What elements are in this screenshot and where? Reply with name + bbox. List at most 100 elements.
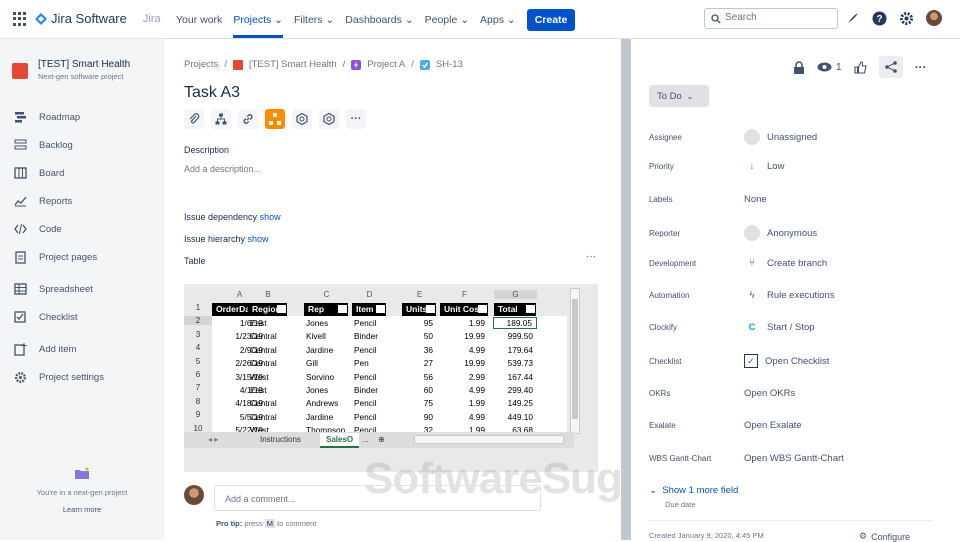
lock-icon[interactable] bbox=[793, 60, 805, 74]
table-cell[interactable]: Jones bbox=[304, 385, 345, 395]
table-cell[interactable]: Jardine bbox=[304, 412, 345, 422]
app-extension-button[interactable] bbox=[292, 109, 312, 129]
sidebar-item-add-item[interactable]: Add item bbox=[13, 335, 104, 363]
table-cell[interactable]: 75 bbox=[402, 398, 433, 408]
row-header[interactable]: 6 bbox=[184, 370, 212, 379]
table-cell[interactable]: 179.64 bbox=[494, 345, 533, 355]
sidebar-item-project-pages[interactable]: Project pages bbox=[13, 243, 104, 271]
table-cell[interactable]: 90 bbox=[402, 412, 433, 422]
issue-hierarchy-show-link[interactable]: show bbox=[248, 234, 269, 244]
table-cell[interactable]: 95 bbox=[402, 318, 433, 328]
header-cell[interactable]: Unit Cost bbox=[440, 303, 488, 316]
header-cell[interactable]: Units bbox=[402, 303, 436, 316]
project-header[interactable]: [TEST] Smart Health Next-gen software pr… bbox=[12, 59, 130, 81]
row-header[interactable]: 4 bbox=[184, 343, 212, 352]
column-header[interactable]: E bbox=[402, 290, 437, 299]
table-cell[interactable]: 50 bbox=[402, 331, 433, 341]
header-cell[interactable]: Item bbox=[352, 303, 386, 316]
column-header[interactable]: F bbox=[440, 290, 489, 299]
table-cell[interactable]: Gill bbox=[304, 358, 345, 368]
table-cell[interactable]: Pencil bbox=[352, 372, 383, 382]
panel-resize-gutter[interactable] bbox=[621, 39, 631, 540]
table-cell[interactable]: East bbox=[248, 318, 284, 328]
sidebar-item-spreadsheet[interactable]: Spreadsheet bbox=[13, 275, 104, 303]
row-header[interactable]: 1 bbox=[184, 303, 212, 312]
watch-button[interactable]: 1 bbox=[817, 62, 842, 73]
table-cell[interactable]: Jardine bbox=[304, 345, 345, 355]
table-cell[interactable]: Pencil bbox=[352, 345, 383, 355]
table-cell[interactable]: 60 bbox=[402, 385, 433, 395]
description-field[interactable]: Add a description... bbox=[184, 164, 261, 174]
add-sheet-icon[interactable]: ⊕ bbox=[372, 433, 391, 446]
column-header[interactable]: B bbox=[248, 290, 288, 299]
sheet-tab-instructions[interactable]: Instructions bbox=[254, 433, 307, 446]
table-cell[interactable]: Jones bbox=[304, 318, 345, 328]
notifications-rocket-icon[interactable] bbox=[846, 11, 860, 25]
table-cell[interactable]: Central bbox=[248, 345, 284, 355]
column-header[interactable]: C bbox=[304, 290, 349, 299]
table-cell[interactable]: Central bbox=[248, 412, 284, 422]
sheet-tab-sales[interactable]: SalesO bbox=[320, 433, 360, 448]
table-cell[interactable]: 36 bbox=[402, 345, 433, 355]
table-cell[interactable]: Pencil bbox=[352, 412, 383, 422]
row-header[interactable]: 5 bbox=[184, 357, 212, 366]
table-cell[interactable]: 4.99 bbox=[440, 385, 485, 395]
jira-logo[interactable]: Jira Software Jira bbox=[35, 11, 161, 26]
more-actions-button[interactable]: ··· bbox=[346, 109, 366, 129]
column-header[interactable]: G bbox=[494, 290, 537, 299]
table-cell[interactable]: 449.10 bbox=[494, 412, 533, 422]
table-cell[interactable]: Central bbox=[248, 398, 284, 408]
table-cell[interactable]: 189.05 bbox=[493, 316, 537, 329]
row-header[interactable]: 2 bbox=[184, 316, 212, 326]
filter-dropdown-icon[interactable] bbox=[526, 305, 535, 313]
configure-button[interactable]: ⚙ Configure bbox=[859, 531, 910, 542]
field-okrs[interactable]: OKRs Open OKRs bbox=[649, 388, 795, 399]
create-branch-link[interactable]: ⑂ Create branch bbox=[744, 258, 827, 269]
breadcrumb-project[interactable]: [TEST] Smart Health bbox=[249, 59, 337, 70]
more-icon[interactable]: ··· bbox=[915, 60, 927, 74]
scrollbar-thumb[interactable] bbox=[572, 299, 578, 419]
sidebar-item-backlog[interactable]: Backlog bbox=[13, 131, 104, 159]
breadcrumb-epic[interactable]: Project A bbox=[367, 59, 405, 70]
nav-people[interactable]: People ⌄ bbox=[425, 14, 469, 26]
table-cell[interactable]: 27 bbox=[402, 358, 433, 368]
sidebar-item-code[interactable]: Code bbox=[13, 215, 104, 243]
table-cell[interactable]: 4.99 bbox=[440, 412, 485, 422]
show-more-fields-button[interactable]: ⌄ Show 1 more field bbox=[649, 485, 738, 496]
nav-projects[interactable]: Projects ⌄ bbox=[233, 14, 283, 38]
table-cell[interactable]: 4.99 bbox=[440, 345, 485, 355]
table-cell[interactable]: 167.44 bbox=[494, 372, 533, 382]
nav-apps[interactable]: Apps ⌄ bbox=[480, 14, 516, 26]
sidebar-item-checklist[interactable]: Checklist bbox=[13, 303, 104, 331]
filter-dropdown-icon[interactable] bbox=[277, 305, 286, 313]
row-header[interactable]: 8 bbox=[184, 397, 212, 406]
table-cell[interactable]: Binder bbox=[352, 385, 383, 395]
search-input[interactable]: Search bbox=[704, 8, 838, 29]
table-cell[interactable]: 149.25 bbox=[494, 398, 533, 408]
field-clockify[interactable]: Clockify C Start / Stop bbox=[649, 322, 815, 333]
filter-dropdown-icon[interactable] bbox=[338, 305, 347, 313]
spreadsheet-vertical-scrollbar[interactable] bbox=[570, 288, 580, 434]
table-cell[interactable]: 19.99 bbox=[440, 331, 485, 341]
table-cell[interactable]: 999.50 bbox=[494, 331, 533, 341]
breadcrumb-issue-key[interactable]: SH-13 bbox=[436, 59, 463, 70]
table-cell[interactable]: 539.73 bbox=[494, 358, 533, 368]
header-cell[interactable]: Region bbox=[248, 303, 287, 316]
table-cell[interactable]: Pencil bbox=[352, 318, 383, 328]
issue-dependency-show-link[interactable]: show bbox=[260, 212, 281, 222]
share-button[interactable] bbox=[878, 56, 903, 78]
table-cell[interactable]: Sorvino bbox=[304, 372, 345, 382]
field-priority[interactable]: Priority ↓ Low bbox=[649, 161, 784, 172]
app-addon-button[interactable] bbox=[265, 109, 285, 129]
nav-dashboards[interactable]: Dashboards ⌄ bbox=[345, 14, 413, 26]
field-checklist[interactable]: Checklist ✓ Open Checklist bbox=[649, 354, 829, 368]
thumbs-up-icon[interactable] bbox=[854, 60, 867, 74]
breadcrumb-projects[interactable]: Projects bbox=[184, 59, 218, 70]
header-cell[interactable]: Total bbox=[494, 303, 536, 316]
filter-dropdown-icon[interactable] bbox=[478, 305, 487, 313]
row-header[interactable]: 9 bbox=[184, 410, 212, 419]
field-automation[interactable]: Automation ϟ Rule executions bbox=[649, 290, 835, 301]
table-cell[interactable]: West bbox=[248, 372, 284, 382]
sidebar-item-board[interactable]: Board bbox=[13, 159, 104, 187]
table-cell[interactable]: East bbox=[248, 385, 284, 395]
